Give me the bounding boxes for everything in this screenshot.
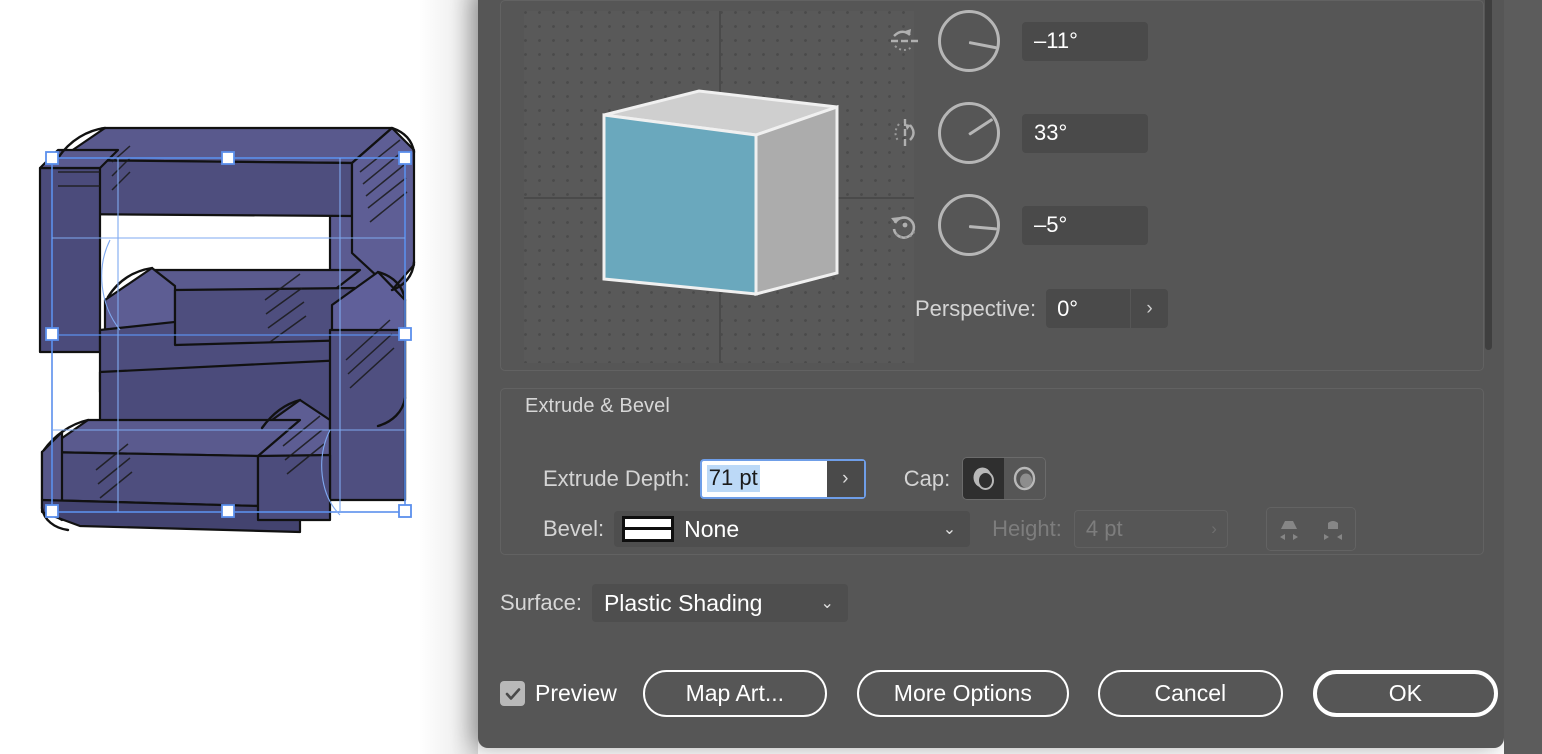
extrude-depth-value[interactable]: 71 pt xyxy=(706,465,760,492)
rotate-z-dial[interactable] xyxy=(938,194,1000,256)
extruded-letter-s-artwork[interactable] xyxy=(0,0,478,754)
illustrator-canvas[interactable] xyxy=(0,0,478,754)
surface-value: Plastic Shading xyxy=(603,589,763,616)
surface-row[interactable]: Surface: Plastic Shading ⌄ xyxy=(500,584,848,622)
rotate-x-dial[interactable] xyxy=(938,10,1000,72)
dialog-scrollbar-thumb[interactable] xyxy=(1485,0,1492,350)
ok-button[interactable]: OK xyxy=(1312,670,1498,717)
rotate-y-needle xyxy=(968,117,994,136)
chevron-down-icon[interactable]: ⌄ xyxy=(943,519,956,539)
bevel-height-label: Height: xyxy=(992,516,1062,541)
more-options-button[interactable]: More Options xyxy=(856,670,1069,717)
bevel-extent-out-icon xyxy=(1266,508,1311,550)
bevel-select[interactable]: None ⌄ xyxy=(614,511,971,547)
selection-handle xyxy=(398,327,412,341)
bevel-value: None xyxy=(684,515,740,542)
perspective-input[interactable]: 0° xyxy=(1046,289,1131,328)
cap-toggle-group[interactable] xyxy=(962,457,1047,500)
rotate-x-row[interactable]: –11° xyxy=(884,10,1148,72)
chevron-down-icon[interactable]: ⌄ xyxy=(821,593,834,613)
bevel-height-input: 4 pt › xyxy=(1073,510,1228,548)
surface-select[interactable]: Plastic Shading ⌄ xyxy=(591,584,848,622)
bevel-extent-in-icon xyxy=(1310,508,1355,550)
extrude-depth-label: Extrude Depth: xyxy=(543,465,690,491)
app-background-right xyxy=(1504,0,1542,754)
bevel-row[interactable]: Bevel: None ⌄ Height: 4 pt › xyxy=(543,507,1356,551)
extrude-bevel-group-title: Extrude & Bevel xyxy=(518,395,677,418)
screen: –11° 33° –5° Perspective: 0° › Extrude D… xyxy=(0,0,1542,754)
rotation-group: –11° 33° –5° Perspective: 0° › xyxy=(500,0,1484,371)
bevel-label: Bevel: xyxy=(543,516,605,541)
rotate-z-icon xyxy=(884,203,926,247)
preview-label[interactable]: Preview xyxy=(535,680,617,707)
selection-handle xyxy=(45,151,59,165)
cube-preview[interactable] xyxy=(524,11,914,363)
selection-handle xyxy=(45,327,59,341)
3d-extrude-bevel-dialog[interactable]: –11° 33° –5° Perspective: 0° › Extrude D… xyxy=(478,0,1504,748)
selection-handle xyxy=(398,504,412,518)
bevel-height-value: 4 pt xyxy=(1085,516,1123,541)
perspective-label: Perspective: xyxy=(915,295,1037,321)
preview-cube[interactable] xyxy=(524,11,914,363)
rotate-y-value[interactable]: 33° xyxy=(1022,113,1148,153)
selection-handle xyxy=(45,504,59,518)
cap-hollow-icon[interactable] xyxy=(1004,458,1046,499)
surface-label: Surface: xyxy=(500,590,582,615)
bevel-none-swatch-icon xyxy=(622,516,675,542)
rotate-z-row[interactable]: –5° xyxy=(884,194,1148,256)
rotate-y-row[interactable]: 33° xyxy=(884,102,1148,164)
perspective-row[interactable]: Perspective: 0° › xyxy=(915,289,1169,328)
rotate-x-icon xyxy=(884,19,926,63)
selection-handle xyxy=(398,151,412,165)
bevel-extent-toggle-group xyxy=(1265,507,1356,551)
rotate-x-needle xyxy=(968,41,997,50)
selection-handle xyxy=(221,151,235,165)
cap-label: Cap: xyxy=(903,465,951,491)
selection-handle xyxy=(221,504,235,518)
rotate-x-value[interactable]: –11° xyxy=(1022,21,1148,61)
map-art-button[interactable]: Map Art... xyxy=(642,670,827,717)
extrude-depth-input[interactable]: 71 pt › xyxy=(699,458,866,499)
perspective-stepper-icon[interactable]: › xyxy=(1130,289,1169,328)
cancel-button[interactable]: Cancel xyxy=(1097,670,1283,717)
rotate-z-value[interactable]: –5° xyxy=(1022,205,1148,245)
extrude-depth-row[interactable]: Extrude Depth: 71 pt › Cap: xyxy=(543,457,1047,500)
preview-checkbox[interactable] xyxy=(500,681,525,706)
cap-solid-icon[interactable] xyxy=(963,458,1005,499)
rotate-y-icon xyxy=(884,111,926,155)
rotate-y-dial[interactable] xyxy=(938,102,1000,164)
dialog-footer: Preview Map Art... More Options Cancel O… xyxy=(500,670,1498,717)
rotate-z-needle xyxy=(968,225,998,231)
bevel-height-stepper-icon: › xyxy=(1211,519,1217,538)
extrude-depth-stepper-icon[interactable]: › xyxy=(826,460,864,497)
